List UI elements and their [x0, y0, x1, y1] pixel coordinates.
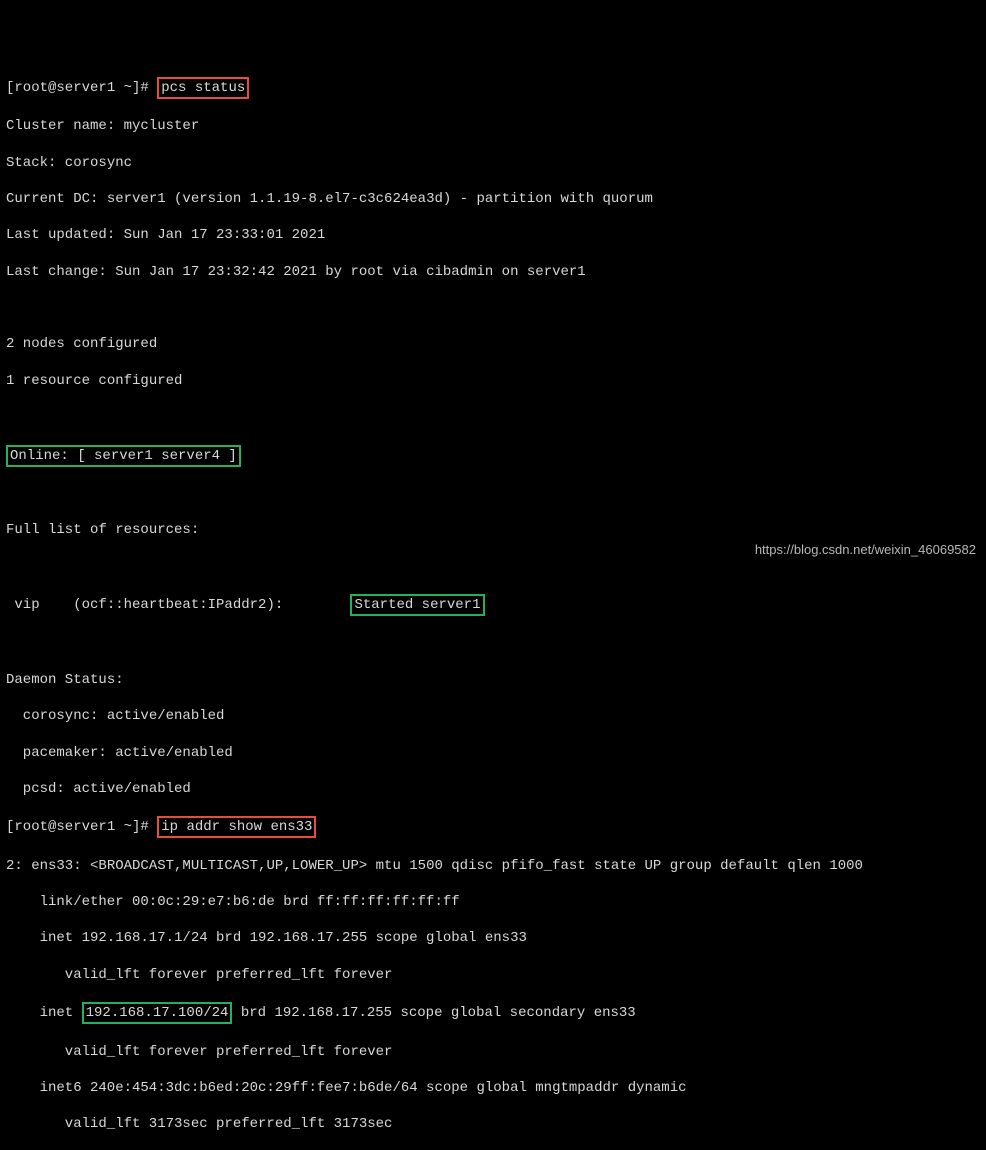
output-last-change: Last change: Sun Jan 17 23:32:42 2021 by…	[6, 263, 980, 281]
blank-line	[6, 408, 980, 426]
ip-out-3: inet 192.168.17.1/24 brd 192.168.17.255 …	[6, 929, 980, 947]
inet2-cidr: 192.168.17.100/24	[82, 1002, 233, 1024]
ip-out-8: valid_lft 3173sec preferred_lft 3173sec	[6, 1115, 980, 1133]
output-resources-configured: 1 resource configured	[6, 372, 980, 390]
output-full-list: Full list of resources:	[6, 521, 980, 539]
output-daemon-pacemaker: pacemaker: active/enabled	[6, 744, 980, 762]
blank-line	[6, 558, 980, 576]
inet2-suffix: brd 192.168.17.255 scope global secondar…	[232, 1005, 635, 1021]
vip-started: Started server1	[350, 594, 484, 616]
blank-line	[6, 485, 980, 503]
blank-line	[6, 299, 980, 317]
output-current-dc: Current DC: server1 (version 1.1.19-8.el…	[6, 190, 980, 208]
prompt-line-2: [root@server1 ~]# ip addr show ens33	[6, 816, 980, 838]
output-daemon-header: Daemon Status:	[6, 671, 980, 689]
ip-out-5: inet 192.168.17.100/24 brd 192.168.17.25…	[6, 1002, 980, 1024]
vip-prefix: vip (ocf::heartbeat:IPaddr2):	[6, 597, 350, 613]
output-stack: Stack: corosync	[6, 154, 980, 172]
ip-out-1: 2: ens33: <BROADCAST,MULTICAST,UP,LOWER_…	[6, 857, 980, 875]
ip-out-7: inet6 240e:454:3dc:b6ed:20c:29ff:fee7:b6…	[6, 1079, 980, 1097]
shell-prompt: [root@server1 ~]#	[6, 80, 157, 96]
output-daemon-corosync: corosync: active/enabled	[6, 707, 980, 725]
output-last-updated: Last updated: Sun Jan 17 23:33:01 2021	[6, 226, 980, 244]
ip-out-2: link/ether 00:0c:29:e7:b6:de brd ff:ff:f…	[6, 893, 980, 911]
command-pcs-status: pcs status	[157, 77, 249, 99]
output-online-wrap: Online: [ server1 server4 ]	[6, 445, 980, 467]
ip-out-6: valid_lft forever preferred_lft forever	[6, 1043, 980, 1061]
blank-line	[6, 634, 980, 652]
watermark: https://blog.csdn.net/weixin_46069582	[755, 542, 976, 559]
output-online: Online: [ server1 server4 ]	[6, 445, 241, 467]
output-nodes-configured: 2 nodes configured	[6, 335, 980, 353]
prompt-line-1: [root@server1 ~]# pcs status	[6, 77, 980, 99]
command-ip-addr: ip addr show ens33	[157, 816, 316, 838]
shell-prompt: [root@server1 ~]#	[6, 819, 157, 835]
inet2-prefix: inet	[40, 1005, 82, 1021]
ip-out-4: valid_lft forever preferred_lft forever	[6, 966, 980, 984]
output-daemon-pcsd: pcsd: active/enabled	[6, 780, 980, 798]
output-cluster-name: Cluster name: mycluster	[6, 117, 980, 135]
output-vip-line: vip (ocf::heartbeat:IPaddr2): Started se…	[6, 594, 980, 616]
